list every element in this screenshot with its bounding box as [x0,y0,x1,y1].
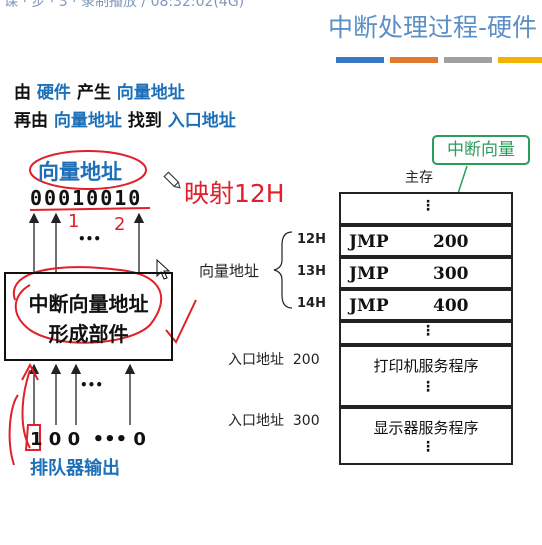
unit-label-line1: 中断向量地址 [28,292,149,316]
vector-address-unit: 中断向量地址 形成部件 [4,272,173,361]
queue-output-label: 排队器输出 [30,458,120,479]
main-memory-label: 主存 [405,170,433,186]
ellipsis-top: ••• [78,232,102,246]
memory-cell-dots-mid: ⋮ [339,321,513,345]
memory-cell-12h: JMP 200 [339,225,513,257]
ellipsis-bottom: ••• [80,378,104,392]
entry-address-200-label: 入口地址 200 [228,352,320,368]
vector-address-label: 向量地址 [38,160,122,184]
addr-12h: 12H [297,232,326,247]
memory-cell-dots-top: ⋮ [339,192,513,225]
interrupt-vector-callout: 中断向量 [432,135,530,165]
entry-address-300-label: 入口地址 300 [228,413,320,429]
memory-cell-display: 显示器服务程序 ⋮ [339,407,513,465]
unit-label-line2: 形成部件 [48,322,129,346]
hand-digit-2: 2 [114,214,126,235]
vector-bits: 00010010 [30,186,143,210]
pencil-icon [163,171,181,189]
vector-address-side-label: 向量地址 [199,262,260,280]
addr-14h: 14H [297,296,326,311]
addr-13h: 13H [297,264,326,279]
mapping-annotation: 映射12H [184,179,285,208]
queue-input-bits: 1 0 0 ••• 0 [30,429,146,450]
hand-digit-1: 1 [68,211,80,232]
memory-cell-printer: 打印机服务程序 ⋮ [339,345,513,407]
memory-cell-13h: JMP 300 [339,257,513,289]
memory-cell-14h: JMP 400 [339,289,513,321]
